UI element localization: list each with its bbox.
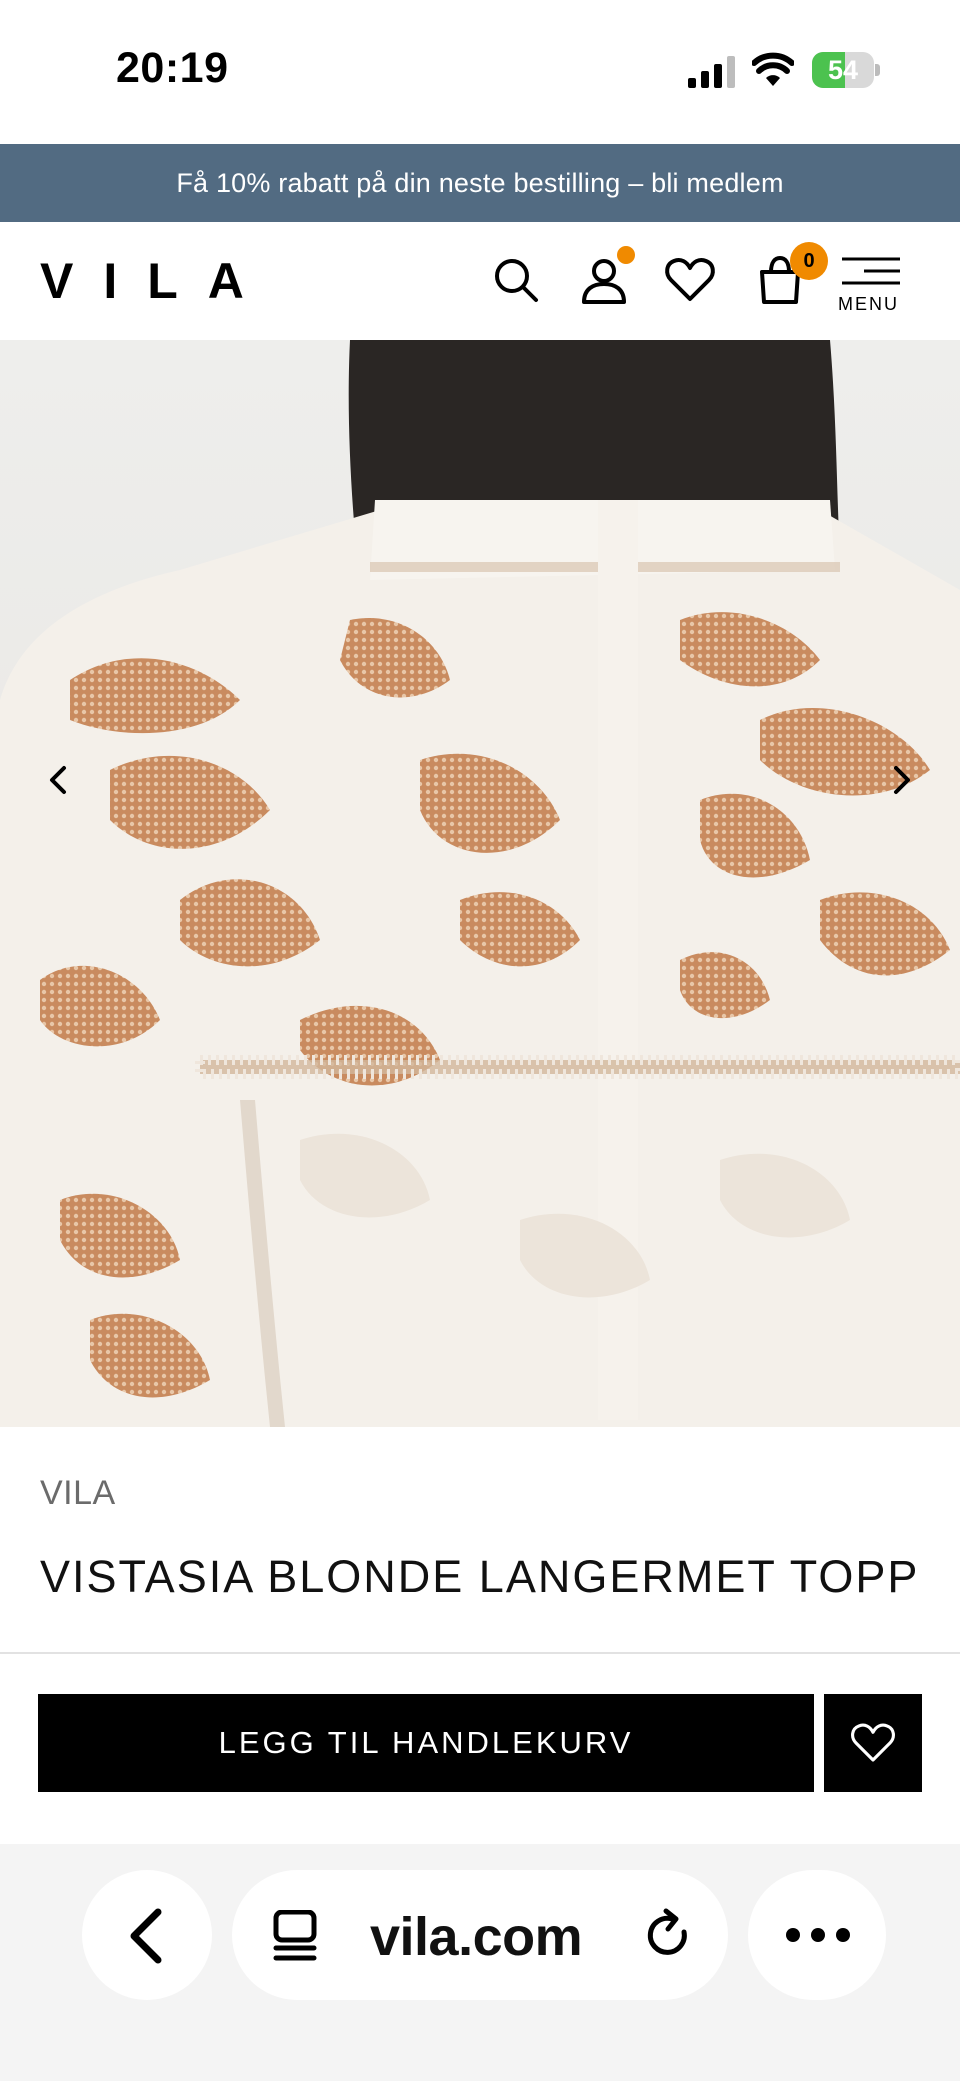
menu-label: MENU	[838, 294, 899, 314]
hamburger-icon	[842, 257, 900, 285]
add-to-cart-bar: LEGG TIL HANDLEKURV	[0, 1654, 960, 1844]
url-text: vila.com	[370, 1907, 583, 1967]
status-time: 20:19	[116, 44, 229, 92]
product-image	[0, 340, 960, 1427]
status-bar: 20:19 54	[0, 0, 960, 144]
product-title: VISTASIA BLONDE LANGERMET TOPP	[40, 1551, 920, 1602]
back-icon	[130, 1908, 162, 1964]
promo-banner[interactable]: Få 10% rabatt på din neste bestilling – …	[0, 144, 960, 222]
site-logo[interactable]: VILA	[40, 252, 274, 310]
battery-percent: 54	[827, 55, 859, 85]
wifi-icon	[752, 52, 794, 86]
menu-button[interactable]: MENU	[836, 256, 902, 316]
signal-icon	[688, 56, 735, 88]
address-bar[interactable]: vila.com	[232, 1870, 728, 2000]
add-to-cart-button[interactable]: LEGG TIL HANDLEKURV	[38, 1694, 814, 1792]
browser-toolbar: vila.com	[0, 1844, 960, 2081]
more-icon	[786, 1928, 850, 1942]
site-header: VILA 0 MENU	[0, 222, 960, 340]
account-notification-dot	[617, 246, 635, 264]
chevron-right-icon[interactable]	[882, 750, 922, 810]
heart-icon[interactable]	[662, 252, 718, 308]
back-button[interactable]	[82, 1870, 212, 2000]
heart-icon	[851, 1723, 895, 1762]
cart-count-badge: 0	[790, 242, 828, 280]
product-brand[interactable]: VILA	[40, 1474, 116, 1513]
tabs-icon[interactable]	[272, 1910, 322, 1962]
search-icon[interactable]	[488, 252, 544, 308]
more-button[interactable]	[748, 1870, 886, 2000]
product-image-carousel[interactable]	[0, 340, 960, 1427]
wishlist-button[interactable]	[824, 1694, 922, 1792]
battery-indicator: 54	[812, 52, 880, 88]
chevron-left-icon[interactable]	[38, 750, 78, 810]
reload-icon[interactable]	[642, 1908, 696, 1964]
